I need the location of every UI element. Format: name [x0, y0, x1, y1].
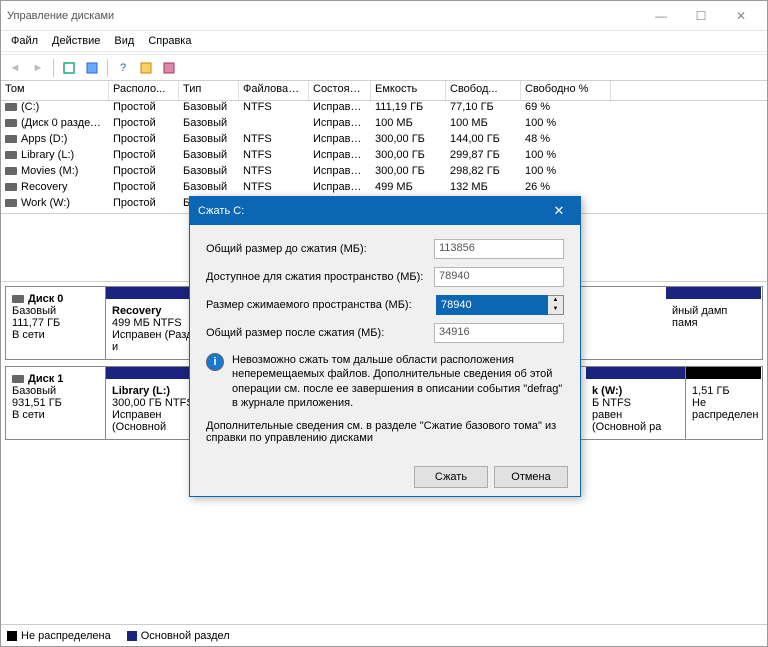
shrink-button[interactable]: Сжать — [414, 466, 488, 488]
shrink-dialog: Сжать C: ✕ Общий размер до сжатия (МБ): … — [189, 196, 581, 497]
before-label: Общий размер до сжатия (МБ): — [206, 243, 434, 255]
before-value: 113856 — [434, 239, 564, 259]
after-label: Общий размер после сжатия (МБ): — [206, 327, 434, 339]
shrink-label: Размер сжимаемого пространства (МБ): — [206, 299, 436, 311]
dialog-title: Сжать C: — [198, 205, 546, 217]
info-text-2: Дополнительные сведения см. в разделе "С… — [206, 420, 564, 444]
avail-label: Доступное для сжатия пространство (МБ): — [206, 271, 434, 283]
dialog-close-button[interactable]: ✕ — [546, 198, 572, 224]
dialog-titlebar[interactable]: Сжать C: ✕ — [190, 197, 580, 225]
after-value: 34916 — [434, 323, 564, 343]
cancel-button[interactable]: Отмена — [494, 466, 568, 488]
spinner-buttons[interactable]: ▲▼ — [548, 295, 564, 315]
avail-value: 78940 — [434, 267, 564, 287]
info-text-1: Невозможно сжать том дальше области расп… — [232, 353, 564, 410]
shrink-input[interactable] — [436, 295, 548, 315]
info-icon: i — [206, 353, 224, 371]
modal-overlay: Сжать C: ✕ Общий размер до сжатия (МБ): … — [1, 1, 767, 646]
